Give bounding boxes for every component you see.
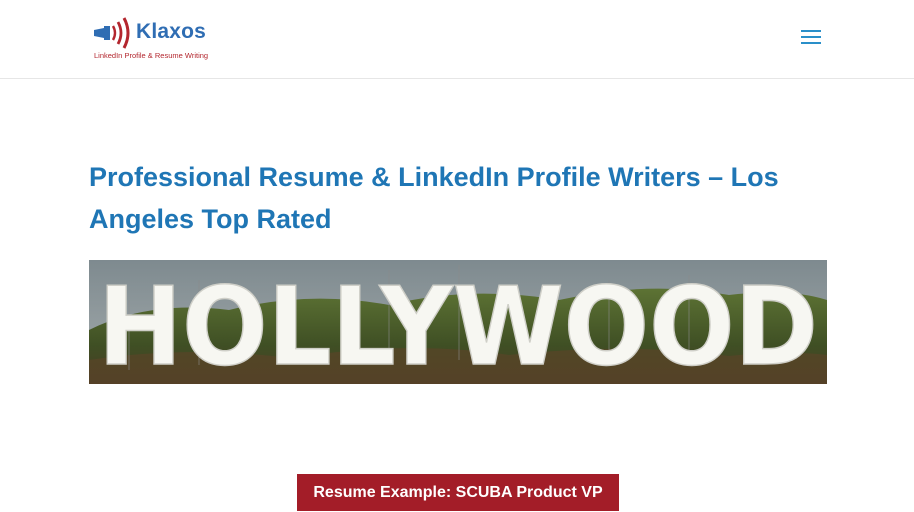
logo-tagline: LinkedIn Profile & Resume Writing (94, 51, 209, 60)
page-title: Professional Resume & LinkedIn Profile W… (89, 162, 779, 234)
hollywood-sign-text: HOLLYWOOD (98, 265, 818, 384)
hamburger-menu-icon[interactable] (799, 28, 823, 48)
site-header: Klaxos LinkedIn Profile & Resume Writing (0, 0, 914, 79)
megaphone-icon (94, 17, 130, 49)
logo-name: Klaxos (136, 20, 207, 43)
resume-example-button[interactable]: Resume Example: SCUBA Product VP (297, 474, 619, 511)
site-logo[interactable]: Klaxos LinkedIn Profile & Resume Writing (92, 14, 222, 64)
hollywood-banner-image: HOLLYWOOD (89, 260, 827, 384)
